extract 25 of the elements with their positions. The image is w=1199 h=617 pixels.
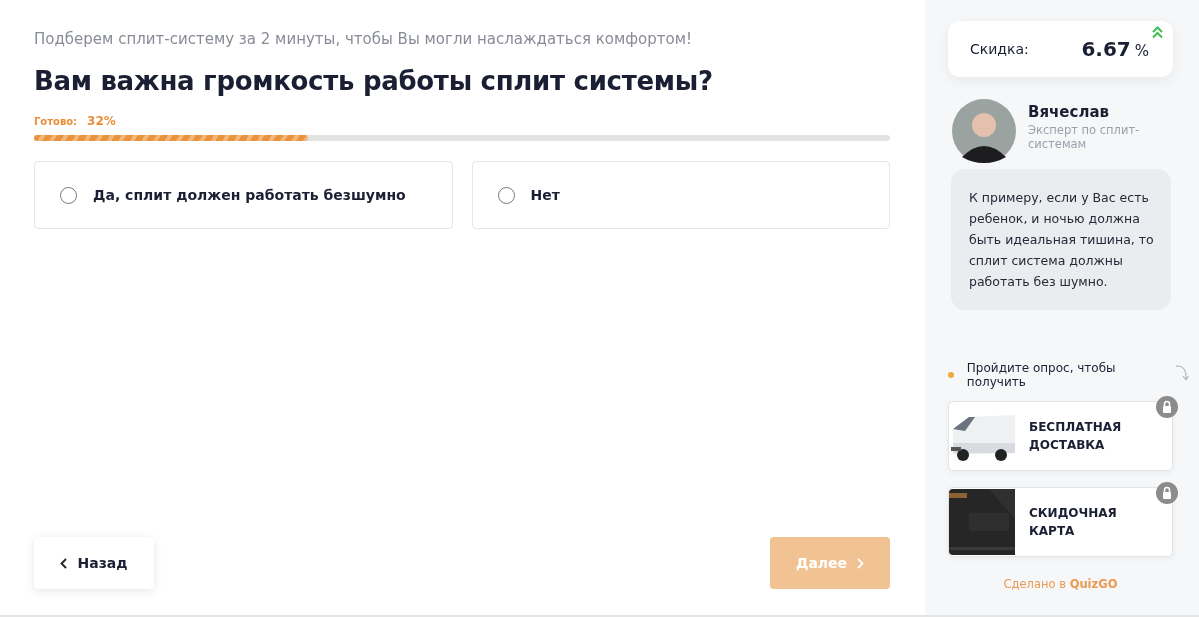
avatar [952,99,1016,163]
credit-text: Сделано в QuizGO [1002,577,1119,591]
chevron-left-icon [60,557,68,569]
chevron-right-icon [857,557,865,569]
option-label: Да, сплит должен работать безшумно [93,187,406,203]
option-label: Нет [530,187,560,203]
bonus-title: БЕСПЛАТНАЯ ДОСТАВКА [1029,419,1123,454]
progress-value: 32% [87,114,116,128]
double-chevron-up-icon [1152,26,1163,39]
intro-text: Подберем сплит-систему за 2 минуты, чтобы Вы могли наслаждаться комфортом! [34,30,694,48]
bonus-hint: Пройдите опрос, чтобы получить [966,361,1117,389]
back-button[interactable]: Назад [34,537,154,589]
tip-text: К примеру, если у Вас есть ребенок, и ночью должна быть идеальная тишина, то сплит система должны работать без шумно. [969,190,1154,289]
progress-label: Готово: [34,116,78,127]
bonus-title: СКИДОЧНАЯ КАРТА [1029,505,1118,540]
discount-label: Скидка: [970,41,1029,57]
expert-role: Эксперт по сплит-системам [1028,124,1141,152]
answer-option[interactable]: Да, сплит должен работать безшумно [34,161,453,229]
bullet-icon [948,372,954,378]
discount-value: 6.67 [1081,37,1131,61]
question-title: Вам важна громкость работы сплит системы? [34,66,714,96]
expert-name: Вячеслав [1028,103,1111,121]
answer-option[interactable]: Нет [471,161,890,229]
curved-arrow-icon [1175,363,1189,383]
percent-sign: % [1134,42,1149,60]
